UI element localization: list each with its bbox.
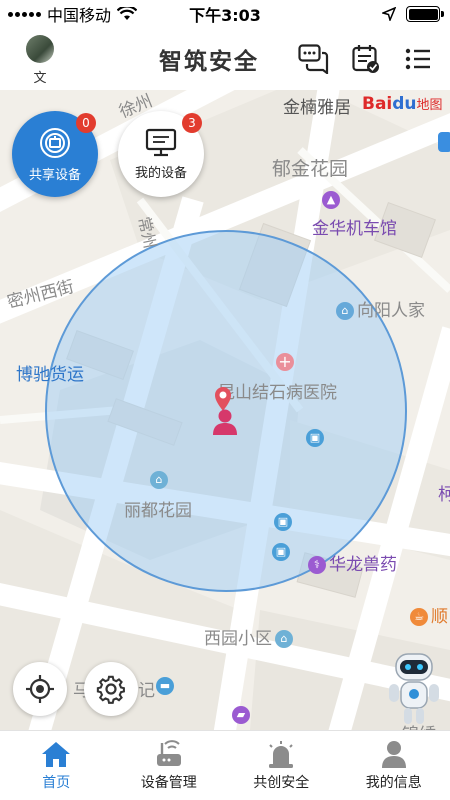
gear-icon: [96, 675, 125, 704]
chat-icon: [298, 44, 329, 74]
baidu-map-logo: Baidu地图: [362, 94, 443, 114]
lidu-poi-icon: ⌂: [150, 470, 171, 490]
map-label-ji: 记: [138, 681, 155, 701]
map-label-hualong: 华龙兽药: [329, 555, 397, 575]
map-label-xiangyang: 向阳人家: [357, 301, 425, 321]
home-icon: [42, 741, 71, 767]
map-label-shun: 顺: [431, 607, 448, 627]
my-devices-label: 我的设备: [134, 165, 187, 181]
settings-button[interactable]: [84, 662, 138, 716]
map-side-edge-icon: [438, 132, 450, 152]
status-time: 下午3:03: [189, 6, 261, 25]
bus-stop-icon: ▣: [272, 542, 293, 562]
tab-my-info-label: 我的信息: [365, 774, 422, 791]
menu-button[interactable]: [402, 43, 434, 75]
shared-devices-button[interactable]: 共享设备 0: [12, 111, 98, 197]
router-icon: [156, 739, 181, 766]
calendar-button[interactable]: [350, 43, 382, 75]
robot-assistant-button[interactable]: [386, 650, 442, 728]
tab-device-management-label: 设备管理: [140, 774, 197, 791]
app-header: 文 智筑安全: [0, 28, 450, 90]
robot-icon: [389, 653, 439, 724]
map-label-lidu: 丽都花园: [124, 501, 192, 521]
bus-stop-icon: ▣: [274, 512, 295, 532]
tab-co-safety[interactable]: 共创安全: [225, 731, 338, 800]
map-label-jinhua: 金华机车馆: [312, 219, 397, 239]
map-label-jinnan: 金楠雅居: [283, 98, 351, 118]
map-view[interactable]: 金楠雅居 徐州 郁金花园 金 ▲ 金华机车馆 常州 密州西街 ⌂向阳人家 博驰货…: [0, 90, 450, 730]
locate-button[interactable]: [13, 662, 67, 716]
tab-device-management[interactable]: 设备管理: [113, 731, 226, 800]
person-icon: [213, 409, 237, 435]
message-button[interactable]: [298, 43, 330, 75]
crosshair-icon: [26, 675, 54, 703]
avatar: [26, 34, 54, 63]
user-person-marker[interactable]: [212, 408, 238, 440]
map-poi-jinhua-icon: ▲: [322, 190, 343, 210]
map-poi-xiyuan: 西园小区 ⌂: [204, 624, 296, 649]
map-poi-hualong: ⚕ 华龙兽药: [308, 550, 397, 575]
bus-stop-icon: ▣: [306, 428, 327, 448]
shared-devices-label: 共享设备: [28, 167, 81, 183]
map-label-xiyuan: 西园小区: [204, 629, 272, 649]
shared-devices-badge: 0: [76, 113, 96, 133]
wifi-icon: [117, 7, 138, 20]
tab-my-info[interactable]: 我的信息: [338, 731, 450, 800]
my-devices-button[interactable]: 我的设备 3: [118, 111, 204, 197]
page-title: 智筑安全: [159, 49, 259, 75]
tab-home[interactable]: 首页: [0, 731, 113, 800]
tab-co-safety-label: 共创安全: [253, 774, 310, 791]
car-poi-icon: ▬: [156, 676, 177, 696]
map-label-hospital: 昆山结石病医院: [218, 383, 337, 403]
map-poi-shun: ☕ 顺: [410, 602, 448, 627]
bottom-nav: 首页 设备管理 共创安全 我的信息: [0, 730, 450, 800]
carrier-label: 中国移动: [47, 6, 112, 25]
alarm-light-icon: [269, 740, 294, 768]
signal-icon: [8, 11, 41, 17]
tab-home-label: 首页: [42, 774, 71, 791]
shared-device-icon: [40, 127, 70, 158]
hospital-icon: +: [276, 352, 297, 372]
list-menu-icon: [405, 48, 430, 70]
monitor-icon: [145, 128, 177, 156]
location-arrow-icon: [382, 7, 396, 21]
user-avatar-button[interactable]: 文: [0, 33, 80, 86]
map-poi-xiangyang: ⌂ 向阳人家: [336, 296, 425, 321]
avatar-label: 文: [33, 70, 47, 86]
map-label-ke: 柯: [438, 485, 450, 505]
person-icon: [381, 740, 406, 768]
poi-purple-icon: ▰: [232, 705, 253, 725]
map-label-bochi: 博驰货运: [16, 365, 84, 385]
my-devices-badge: 3: [182, 113, 202, 133]
calendar-check-icon: [352, 45, 379, 73]
status-bar: 中国移动 下午3:03: [0, 0, 450, 28]
battery-icon: [406, 6, 444, 22]
map-label-yujin: 郁金花园: [272, 158, 349, 180]
